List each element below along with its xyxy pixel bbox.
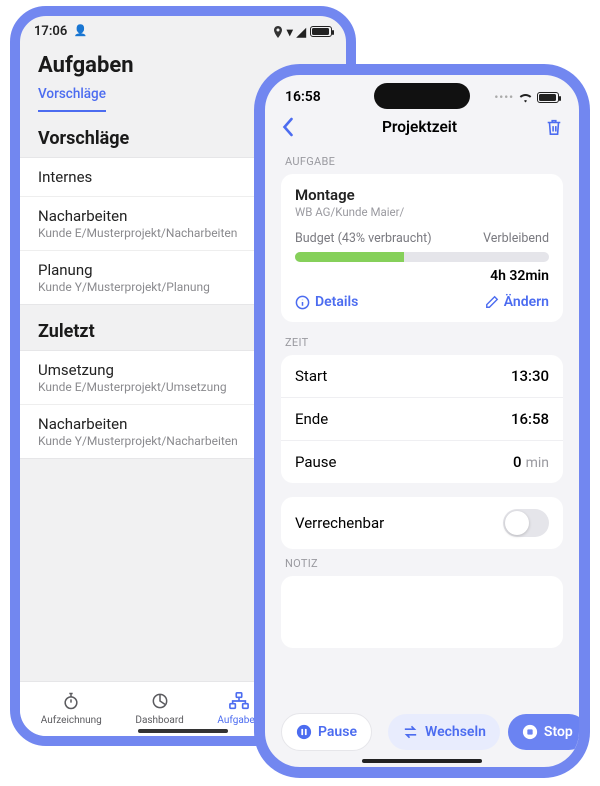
row-billable: Verrechenbar (281, 497, 563, 549)
budget-progress-fill (295, 252, 404, 262)
tab-suggestions[interactable]: Vorschläge (38, 86, 106, 112)
start-label: Start (295, 367, 327, 385)
stopwatch-icon (60, 690, 82, 712)
billable-label: Verrechenbar (295, 514, 384, 532)
swap-icon (402, 724, 419, 740)
stop-icon (522, 724, 538, 740)
home-indicator (362, 759, 482, 763)
section-caption-time: ZEIT (281, 328, 563, 355)
iphone-frame: 16:58 •••• Projektzeit AUFGABE Montage W… (254, 64, 590, 778)
battery-icon (310, 26, 332, 37)
task-title: Montage (295, 186, 549, 204)
switch-button[interactable]: Wechseln (388, 714, 500, 750)
status-time: 16:58 (285, 89, 321, 105)
row-start[interactable]: Start 13:30 (281, 355, 563, 398)
nav-dashboard[interactable]: Dashboard (135, 690, 183, 726)
nav-recording[interactable]: Aufzeichnung (41, 690, 102, 726)
task-path: WB AG/Kunde Maier/ (295, 205, 549, 219)
nav-label: Aufzeichnung (41, 715, 102, 726)
wifi-icon: ▾ (287, 25, 293, 39)
action-bar: Pause Wechseln Stop (281, 713, 563, 751)
billable-toggle[interactable] (503, 509, 549, 537)
task-card: Montage WB AG/Kunde Maier/ Budget (43% v… (281, 174, 563, 322)
dynamic-island (374, 83, 470, 109)
details-link[interactable]: Details (295, 294, 358, 310)
battery-icon (537, 92, 559, 103)
remaining-value: 4h 32min (490, 268, 549, 284)
location-icon (273, 26, 283, 38)
cellular-icon: •••• (494, 91, 514, 104)
info-icon (295, 295, 310, 310)
status-time: 17:06 (34, 24, 67, 39)
pause-label: Pause (295, 453, 337, 471)
android-nav-indicator (138, 729, 228, 733)
pause-value: 0 (513, 453, 522, 471)
screen-header: Projektzeit (265, 111, 579, 147)
nav-label: Dashboard (135, 715, 183, 726)
pencil-icon (485, 295, 499, 309)
end-label: Ende (295, 410, 328, 428)
time-card: Start 13:30 Ende 16:58 Pause 0min (281, 355, 563, 483)
delete-button[interactable] (545, 117, 563, 137)
back-button[interactable] (281, 117, 294, 137)
row-pause[interactable]: Pause 0min (281, 441, 563, 483)
pause-button[interactable]: Pause (281, 713, 372, 751)
note-input[interactable] (281, 576, 563, 648)
signal-icon: ◢ (297, 25, 306, 39)
row-end[interactable]: Ende 16:58 (281, 398, 563, 441)
pause-icon (296, 724, 312, 740)
wifi-icon (518, 92, 533, 103)
budget-progress-bar (295, 252, 549, 262)
pie-chart-icon (149, 690, 171, 712)
section-caption-note: NOTIZ (281, 549, 563, 576)
header-title: Projektzeit (382, 118, 457, 136)
stop-button[interactable]: Stop (508, 714, 587, 750)
remaining-label: Verbleibend (483, 231, 549, 246)
pause-unit: min (526, 455, 549, 471)
change-link[interactable]: Ändern (485, 294, 549, 310)
section-caption-task: AUFGABE (281, 147, 563, 174)
end-value: 16:58 (511, 410, 549, 428)
start-value: 13:30 (511, 367, 549, 385)
android-status-bar: 17:06 👤 ▾ ◢ (20, 16, 346, 43)
sitemap-icon (228, 690, 250, 712)
user-icon: 👤 (73, 24, 87, 37)
budget-label: Budget (43% verbraucht) (295, 231, 432, 246)
